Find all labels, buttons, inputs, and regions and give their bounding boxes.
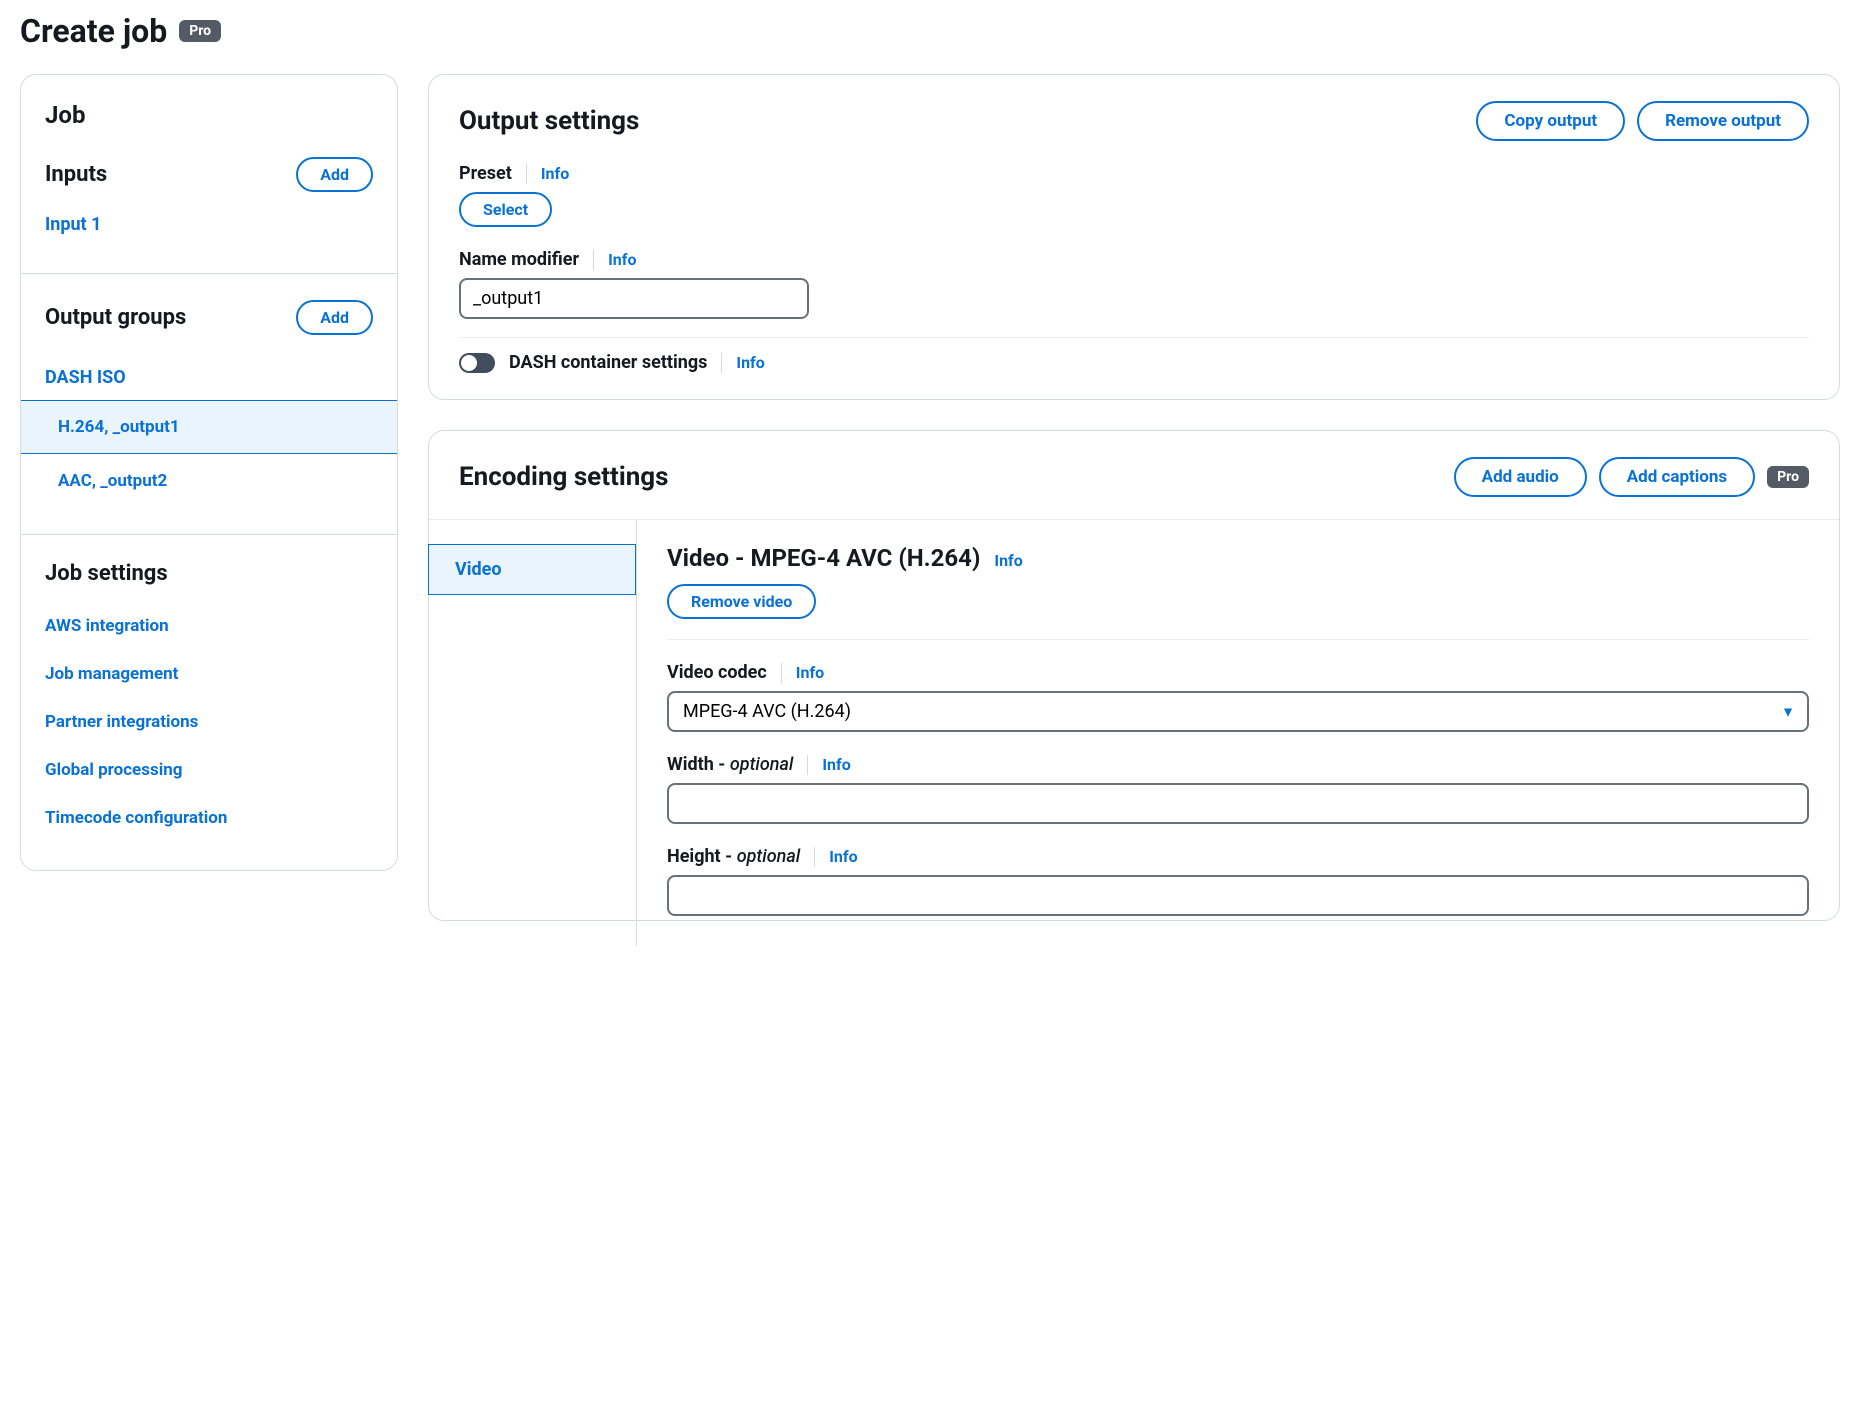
preset-label-row: Preset Info xyxy=(459,163,1809,184)
inputs-heading: Inputs xyxy=(45,162,107,187)
sidebar-input-item[interactable]: Input 1 xyxy=(45,202,373,247)
name-modifier-input[interactable] xyxy=(459,278,809,319)
name-modifier-label: Name modifier xyxy=(459,249,579,270)
video-codec-label: Video codec xyxy=(667,662,767,683)
video-codec-label-row: Video codec Info xyxy=(667,662,1809,683)
tab-video[interactable]: Video xyxy=(428,544,636,595)
encoding-body: Video Video - MPEG-4 AVC (H.264) Info Re… xyxy=(429,519,1839,946)
encoding-settings-title: Encoding settings xyxy=(459,462,669,492)
width-info-link[interactable]: Info xyxy=(822,755,850,774)
height-label: Height - optional xyxy=(667,846,800,867)
output-settings-actions: Copy output Remove output xyxy=(1476,101,1809,141)
encoding-tabs: Video xyxy=(429,520,637,946)
job-settings-heading: Job settings xyxy=(45,561,373,586)
dash-container-toggle[interactable] xyxy=(459,353,495,373)
add-output-group-button[interactable]: Add xyxy=(296,300,373,335)
job-heading: Job xyxy=(45,101,373,129)
video-codec-info-link[interactable]: Info xyxy=(796,663,824,682)
height-label-row: Height - optional Info xyxy=(667,846,1809,867)
encoding-settings-header: Encoding settings Add audio Add captions… xyxy=(459,457,1809,497)
inputs-heading-row: Inputs Add xyxy=(45,157,373,192)
add-captions-button[interactable]: Add captions xyxy=(1599,457,1755,497)
preset-info-link[interactable]: Info xyxy=(541,164,569,183)
height-input[interactable] xyxy=(667,875,1809,916)
sidebar-item-partner-integrations[interactable]: Partner integrations xyxy=(45,700,373,748)
pro-badge: Pro xyxy=(179,20,221,42)
divider xyxy=(459,337,1809,338)
output-settings-header: Output settings Copy output Remove outpu… xyxy=(459,101,1809,141)
sidebar-section-output-groups: Output groups Add DASH ISO H.264, _outpu… xyxy=(21,274,397,535)
sidebar-item-aws-integration[interactable]: AWS integration xyxy=(45,604,373,652)
dash-container-toggle-row: DASH container settings Info xyxy=(459,352,1809,373)
name-modifier-info-link[interactable]: Info xyxy=(608,250,636,269)
main-column: Output settings Copy output Remove outpu… xyxy=(428,74,1840,921)
divider xyxy=(667,639,1809,640)
sidebar-section-job-settings: Job settings AWS integration Job managem… xyxy=(21,535,397,870)
sidebar-item-global-processing[interactable]: Global processing xyxy=(45,748,373,796)
page-header: Create job Pro xyxy=(20,0,1840,74)
dash-container-info-link[interactable]: Info xyxy=(736,353,764,372)
name-modifier-field: Name modifier Info xyxy=(459,249,1809,319)
output-groups-heading-row: Output groups Add xyxy=(45,300,373,335)
preset-label: Preset xyxy=(459,163,512,184)
video-codec-field: Video codec Info MPEG-4 AVC (H.264) ▼ xyxy=(667,662,1809,732)
name-modifier-label-row: Name modifier Info xyxy=(459,249,1809,270)
video-info-link[interactable]: Info xyxy=(994,551,1022,570)
video-title-row: Video - MPEG-4 AVC (H.264) Info xyxy=(667,544,1809,572)
add-input-button[interactable]: Add xyxy=(296,157,373,192)
output-settings-title: Output settings xyxy=(459,106,639,136)
output-settings-panel: Output settings Copy output Remove outpu… xyxy=(428,74,1840,400)
preset-field: Preset Info Select xyxy=(459,163,1809,227)
width-label: Width - optional xyxy=(667,754,793,775)
page-title: Create job xyxy=(20,12,167,50)
sidebar-item-job-management[interactable]: Job management xyxy=(45,652,373,700)
width-label-row: Width - optional Info xyxy=(667,754,1809,775)
height-optional: optional xyxy=(737,846,800,867)
divider xyxy=(814,847,815,867)
sidebar: Job Inputs Add Input 1 Output groups Add… xyxy=(20,74,398,871)
encoding-content: Video - MPEG-4 AVC (H.264) Info Remove v… xyxy=(637,520,1839,946)
width-label-text: Width - xyxy=(667,754,730,775)
remove-output-button[interactable]: Remove output xyxy=(1637,101,1809,141)
encoding-settings-actions: Add audio Add captions Pro xyxy=(1454,457,1809,497)
video-codec-select[interactable]: MPEG-4 AVC (H.264) xyxy=(667,691,1809,732)
toggle-knob xyxy=(461,355,477,371)
copy-output-button[interactable]: Copy output xyxy=(1476,101,1625,141)
divider xyxy=(526,164,527,184)
sidebar-section-job: Job Inputs Add Input 1 xyxy=(21,75,397,274)
width-field: Width - optional Info xyxy=(667,754,1809,824)
divider xyxy=(781,663,782,683)
width-optional: optional xyxy=(730,754,793,775)
video-title: Video - MPEG-4 AVC (H.264) xyxy=(667,544,980,572)
divider xyxy=(721,353,722,373)
height-field: Height - optional Info xyxy=(667,846,1809,916)
preset-select-button[interactable]: Select xyxy=(459,192,552,227)
encoding-settings-panel: Encoding settings Add audio Add captions… xyxy=(428,430,1840,921)
height-label-text: Height - xyxy=(667,846,737,867)
divider xyxy=(807,755,808,775)
remove-video-button[interactable]: Remove video xyxy=(667,584,816,619)
sidebar-item-timecode-configuration[interactable]: Timecode configuration xyxy=(45,796,373,844)
height-info-link[interactable]: Info xyxy=(829,847,857,866)
video-codec-select-wrap: MPEG-4 AVC (H.264) ▼ xyxy=(667,691,1809,732)
width-input[interactable] xyxy=(667,783,1809,824)
encoding-pro-badge: Pro xyxy=(1767,466,1809,488)
add-audio-button[interactable]: Add audio xyxy=(1454,457,1587,497)
output-groups-heading: Output groups xyxy=(45,305,186,330)
output-item-h264[interactable]: H.264, _output1 xyxy=(20,400,398,454)
output-item-aac[interactable]: AAC, _output2 xyxy=(21,454,397,508)
dash-container-label: DASH container settings xyxy=(509,352,707,373)
layout: Job Inputs Add Input 1 Output groups Add… xyxy=(20,74,1840,921)
output-group-dash-iso[interactable]: DASH ISO xyxy=(45,353,373,400)
divider xyxy=(593,250,594,270)
